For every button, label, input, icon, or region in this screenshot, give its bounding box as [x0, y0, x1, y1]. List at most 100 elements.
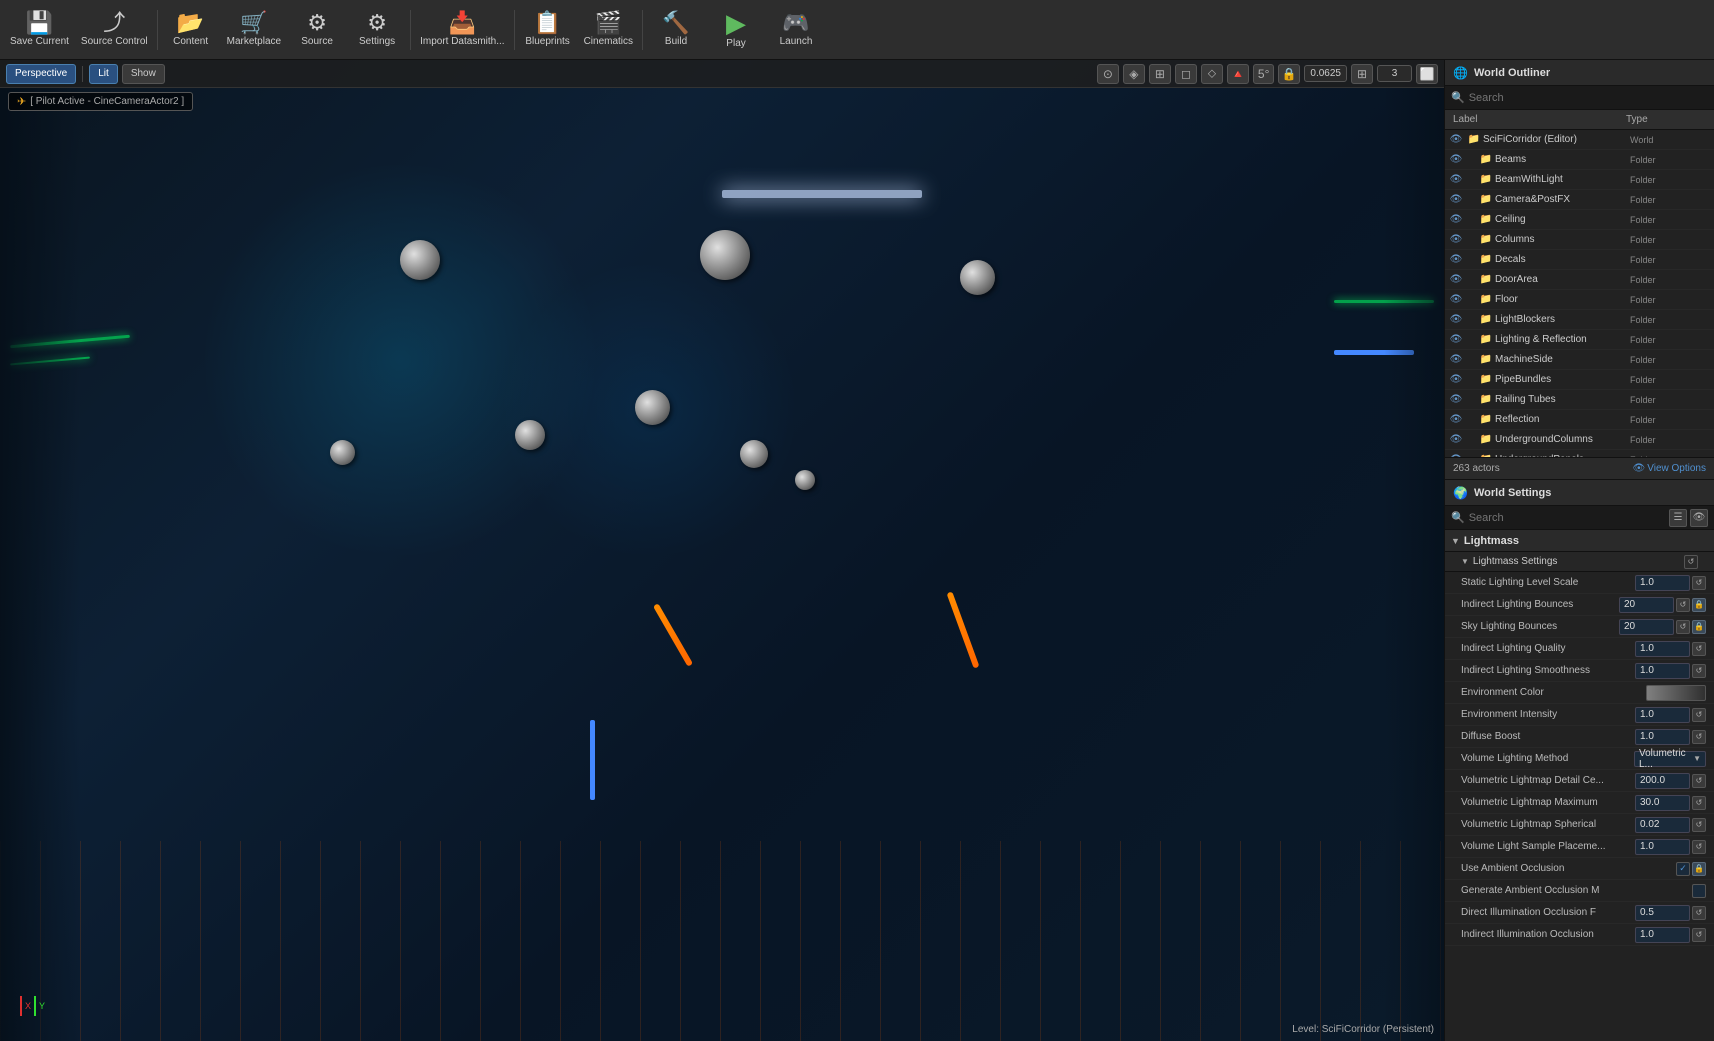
outliner-item[interactable]: 👁 📁 Railing Tubes Folder: [1445, 390, 1714, 410]
settings-button[interactable]: ⚙ Settings: [347, 2, 407, 58]
indirect-lighting-bounces-lock[interactable]: 🔒: [1692, 598, 1706, 612]
settings-list-view-btn[interactable]: ☰: [1669, 509, 1687, 527]
marketplace-button[interactable]: 🛒 Marketplace: [221, 2, 287, 58]
outliner-item[interactable]: 👁 📁 LightBlockers Folder: [1445, 310, 1714, 330]
eye-toggle[interactable]: 👁: [1449, 234, 1463, 245]
diffuse-boost-reset[interactable]: ↺: [1692, 730, 1706, 744]
vp-maximize[interactable]: ⬜: [1416, 64, 1438, 84]
eye-toggle[interactable]: 👁: [1449, 254, 1463, 265]
outliner-item[interactable]: 👁 📁 Columns Folder: [1445, 230, 1714, 250]
indirect-lighting-bounces-input[interactable]: [1619, 597, 1674, 613]
outliner-item[interactable]: 👁 📁 BeamWithLight Folder: [1445, 170, 1714, 190]
view-options-button[interactable]: 👁 View Options: [1633, 463, 1706, 474]
outliner-list[interactable]: 👁 📁 SciFiCorridor (Editor) World 👁 📁 Bea…: [1445, 130, 1714, 457]
source-control-button[interactable]: ⤴ Source Control: [75, 2, 154, 58]
eye-toggle[interactable]: 👁: [1449, 134, 1463, 145]
eye-toggle[interactable]: 👁: [1449, 174, 1463, 185]
environment-intensity-reset[interactable]: ↺: [1692, 708, 1706, 722]
volume-light-sample-reset[interactable]: ↺: [1692, 840, 1706, 854]
lit-button[interactable]: Lit: [89, 64, 118, 84]
environment-color-swatch[interactable]: [1646, 685, 1706, 701]
vp-icon-1[interactable]: ⊙: [1097, 64, 1119, 84]
perspective-button[interactable]: Perspective: [6, 64, 76, 84]
eye-toggle[interactable]: 👁: [1449, 294, 1463, 305]
eye-toggle[interactable]: 👁: [1449, 214, 1463, 225]
lightmass-settings-sub-header[interactable]: ▼ Lightmass Settings ↺: [1445, 552, 1714, 572]
play-button[interactable]: ▶ Play: [706, 2, 766, 58]
import-datasmith-button[interactable]: 📥 Import Datasmith...: [414, 2, 510, 58]
outliner-item[interactable]: 👁 📁 Floor Folder: [1445, 290, 1714, 310]
launch-button[interactable]: 🎮 Launch: [766, 2, 826, 58]
outliner-item[interactable]: 👁 📁 Ceiling Folder: [1445, 210, 1714, 230]
outliner-item[interactable]: 👁 📁 Beams Folder: [1445, 150, 1714, 170]
eye-toggle[interactable]: 👁: [1449, 154, 1463, 165]
eye-toggle[interactable]: 👁: [1449, 374, 1463, 385]
outliner-item[interactable]: 👁 📁 PipeBundles Folder: [1445, 370, 1714, 390]
viewport[interactable]: X Y Perspective Lit Show ⊙ ◈ ⊞ ◻ ⬦ 🔺 5° …: [0, 60, 1444, 1041]
outliner-item[interactable]: 👁 📁 UndergroundColumns Folder: [1445, 430, 1714, 450]
volume-lighting-method-dropdown[interactable]: Volumetric L... ▼: [1634, 751, 1706, 767]
direct-illumination-input[interactable]: [1635, 905, 1690, 921]
show-button[interactable]: Show: [122, 64, 165, 84]
eye-toggle[interactable]: 👁: [1449, 314, 1463, 325]
generate-ambient-occlusion-checkbox[interactable]: ✓: [1692, 884, 1706, 898]
volumetric-lightmap-spherical-input[interactable]: [1635, 817, 1690, 833]
outliner-item[interactable]: 👁 📁 Camera&PostFX Folder: [1445, 190, 1714, 210]
volumetric-lightmap-max-reset[interactable]: ↺: [1692, 796, 1706, 810]
content-button[interactable]: 📂 Content: [161, 2, 221, 58]
eye-toggle[interactable]: 👁: [1449, 434, 1463, 445]
outliner-item[interactable]: 👁 📁 Reflection Folder: [1445, 410, 1714, 430]
viewport-num-display[interactable]: 3: [1377, 65, 1412, 82]
vp-icon-4[interactable]: ◻: [1175, 64, 1197, 84]
vp-icon-3[interactable]: ⊞: [1149, 64, 1171, 84]
eye-toggle[interactable]: 👁: [1449, 354, 1463, 365]
sky-lighting-bounces-input[interactable]: [1619, 619, 1674, 635]
vp-icon-8[interactable]: ⊞: [1351, 64, 1373, 84]
indirect-lighting-smoothness-input[interactable]: [1635, 663, 1690, 679]
indirect-illumination-input[interactable]: [1635, 927, 1690, 943]
environment-intensity-input[interactable]: [1635, 707, 1690, 723]
outliner-item[interactable]: 👁 📁 MachineSide Folder: [1445, 350, 1714, 370]
eye-toggle[interactable]: 👁: [1449, 274, 1463, 285]
indirect-lighting-quality-input[interactable]: [1635, 641, 1690, 657]
use-ambient-occlusion-checkbox[interactable]: ✓: [1676, 862, 1690, 876]
eye-toggle[interactable]: 👁: [1449, 394, 1463, 405]
outliner-item[interactable]: 👁 📁 DoorArea Folder: [1445, 270, 1714, 290]
source-button[interactable]: ⚙ Source: [287, 2, 347, 58]
diffuse-boost-input[interactable]: [1635, 729, 1690, 745]
indirect-lighting-smoothness-reset[interactable]: ↺: [1692, 664, 1706, 678]
settings-eye-btn[interactable]: 👁: [1690, 509, 1708, 527]
save-current-button[interactable]: 💾 Save Current: [4, 2, 75, 58]
use-ambient-occlusion-lock[interactable]: 🔒: [1692, 862, 1706, 876]
direct-illumination-reset[interactable]: ↺: [1692, 906, 1706, 920]
eye-toggle[interactable]: 👁: [1449, 194, 1463, 205]
lightmass-reset-btn[interactable]: ↺: [1684, 555, 1698, 569]
outliner-item[interactable]: 👁 📁 Decals Folder: [1445, 250, 1714, 270]
vp-icon-5[interactable]: ⬦: [1201, 64, 1223, 84]
lightmass-section-header[interactable]: ▼ Lightmass: [1445, 530, 1714, 552]
eye-toggle[interactable]: 👁: [1449, 414, 1463, 425]
indirect-lighting-quality-reset[interactable]: ↺: [1692, 642, 1706, 656]
volume-light-sample-input[interactable]: [1635, 839, 1690, 855]
col-label-name[interactable]: Label: [1453, 114, 1626, 125]
outliner-item[interactable]: 👁 📁 Lighting & Reflection Folder: [1445, 330, 1714, 350]
grid-size-display[interactable]: 0.0625: [1304, 65, 1347, 82]
settings-search-input[interactable]: [1469, 512, 1665, 524]
vp-icon-6[interactable]: 🔺: [1227, 64, 1249, 84]
indirect-illumination-reset[interactable]: ↺: [1692, 928, 1706, 942]
cinematics-button[interactable]: 🎬 Cinematics: [578, 2, 639, 58]
outliner-search-input[interactable]: [1469, 92, 1708, 104]
static-lighting-reset[interactable]: ↺: [1692, 576, 1706, 590]
volumetric-lightmap-detail-input[interactable]: [1635, 773, 1690, 789]
volumetric-lightmap-max-input[interactable]: [1635, 795, 1690, 811]
sky-lighting-bounces-lock[interactable]: 🔒: [1692, 620, 1706, 634]
outliner-item[interactable]: 👁 📁 SciFiCorridor (Editor) World: [1445, 130, 1714, 150]
vp-icon-snap-angle[interactable]: 5°: [1253, 64, 1274, 84]
build-button[interactable]: 🔨 Build: [646, 2, 706, 58]
volumetric-lightmap-spherical-reset[interactable]: ↺: [1692, 818, 1706, 832]
eye-toggle[interactable]: 👁: [1449, 334, 1463, 345]
static-lighting-input[interactable]: [1635, 575, 1690, 591]
vp-icon-2[interactable]: ◈: [1123, 64, 1145, 84]
vp-icon-7[interactable]: 🔒: [1278, 64, 1300, 84]
outliner-item[interactable]: 👁 📁 UndergroundPanels Folder: [1445, 450, 1714, 457]
